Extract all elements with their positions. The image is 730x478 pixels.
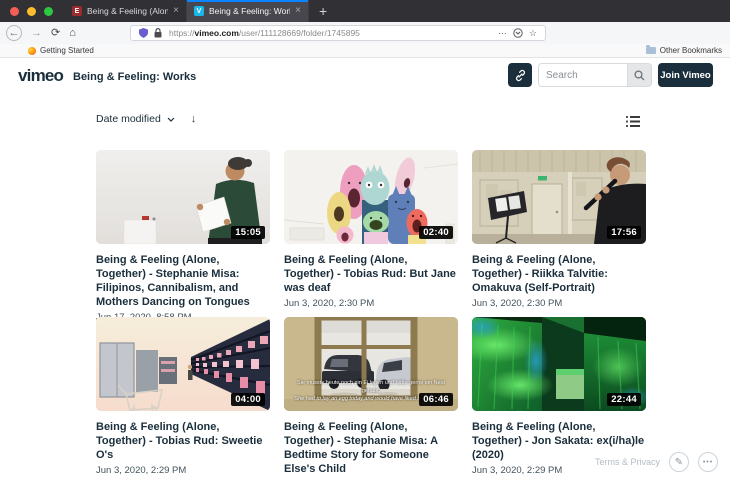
- page-actions-icon[interactable]: ⋯: [498, 29, 507, 38]
- pocket-icon[interactable]: [513, 28, 523, 38]
- lock-icon: [154, 28, 162, 38]
- tab2-close-icon[interactable]: ×: [295, 6, 301, 16]
- page-footer: Terms & Privacy ✎ •••: [595, 452, 718, 472]
- list-view-icon: [626, 116, 640, 127]
- folder-icon: [646, 47, 656, 54]
- terms-privacy-link[interactable]: Terms & Privacy: [595, 457, 660, 467]
- browser-window: E Being & Feeling (Alone, Togeth × V Bei…: [0, 0, 730, 478]
- forward-button[interactable]: →: [31, 28, 42, 39]
- new-tab-button[interactable]: +: [309, 0, 337, 22]
- video-date: Jun 3, 2020, 2:30 PM: [472, 298, 646, 309]
- tab1-close-icon[interactable]: ×: [173, 6, 179, 16]
- video-duration-badge: 15:05: [231, 226, 265, 239]
- video-thumbnail[interactable]: 15:05: [96, 150, 270, 244]
- zoom-window-button[interactable]: [44, 7, 53, 16]
- video-duration-badge: 04:00: [231, 393, 265, 406]
- tab1-favicon: E: [72, 6, 82, 16]
- search-icon: [634, 70, 645, 81]
- home-button[interactable]: ⌂: [69, 28, 76, 39]
- more-options-button[interactable]: •••: [698, 452, 718, 472]
- search-input[interactable]: [539, 64, 627, 86]
- video-thumbnail[interactable]: 02:40: [284, 150, 458, 244]
- vimeo-page: vimeo Being & Feeling: Works Join Vimeo …: [0, 58, 730, 478]
- window-controls[interactable]: [0, 0, 65, 22]
- url-path: /user/111128669/folder/1745895: [239, 28, 360, 38]
- search-box: [538, 63, 652, 87]
- video-date: Jun 3, 2020, 2:29 PM: [96, 465, 270, 476]
- url-bar[interactable]: https://vimeo.com/user/111128669/folder/…: [130, 25, 546, 41]
- bookmark-star-icon[interactable]: ☆: [529, 29, 537, 38]
- video-thumbnail[interactable]: 22:44: [472, 317, 646, 411]
- tab-being-feeling-alone[interactable]: E Being & Feeling (Alone, Togeth ×: [65, 0, 187, 22]
- video-card[interactable]: 04:00 Being & Feeling (Alone, Together) …: [96, 317, 270, 478]
- close-window-button[interactable]: [10, 7, 19, 16]
- url-domain: vimeo.com: [195, 28, 239, 38]
- bookmark-getting-started[interactable]: Getting Started: [28, 46, 94, 55]
- join-vimeo-button[interactable]: Join Vimeo: [658, 63, 713, 87]
- list-view-button[interactable]: [626, 114, 640, 132]
- firefox-icon: [28, 47, 36, 55]
- video-title[interactable]: Being & Feeling (Alone, Together) - Step…: [284, 420, 458, 476]
- video-title[interactable]: Being & Feeling (Alone, Together) - Riik…: [472, 253, 646, 295]
- video-title[interactable]: Being & Feeling (Alone, Together) - Tobi…: [284, 253, 458, 295]
- bookmarks-bar: Getting Started Other Bookmarks: [0, 44, 730, 58]
- copy-link-button[interactable]: [508, 63, 532, 87]
- video-duration-badge: 06:46: [419, 393, 453, 406]
- url-text[interactable]: https://vimeo.com/user/111128669/folder/…: [169, 28, 495, 38]
- chevron-down-icon[interactable]: [167, 117, 175, 122]
- tab2-title: Being & Feeling: Works on Vime: [209, 6, 290, 16]
- other-bookmarks[interactable]: Other Bookmarks: [646, 46, 722, 55]
- navigation-toolbar: ← → ⟳ ⌂ https://vimeo.com/user/111128669…: [0, 22, 730, 44]
- tracking-shield-icon[interactable]: [139, 28, 148, 38]
- sort-controls: Date modified ↓: [96, 113, 196, 125]
- video-thumbnail[interactable]: 17:56: [472, 150, 646, 244]
- video-title[interactable]: Being & Feeling (Alone, Together) - Step…: [96, 253, 270, 309]
- video-duration-badge: 02:40: [419, 226, 453, 239]
- video-grid: 15:05 Being & Feeling (Alone, Together) …: [96, 150, 646, 478]
- link-icon: [514, 69, 527, 82]
- video-duration-badge: 17:56: [607, 226, 641, 239]
- video-duration-badge: 22:44: [607, 393, 641, 406]
- tab-bar: E Being & Feeling (Alone, Togeth × V Bei…: [0, 0, 730, 22]
- video-title[interactable]: Being & Feeling (Alone, Together) - Tobi…: [96, 420, 270, 462]
- reload-button[interactable]: ⟳: [51, 28, 60, 39]
- search-button[interactable]: [627, 64, 651, 86]
- url-protocol: https://: [169, 28, 195, 38]
- tab2-favicon: V: [194, 6, 204, 16]
- other-bookmarks-label: Other Bookmarks: [660, 46, 722, 55]
- minimize-window-button[interactable]: [27, 7, 36, 16]
- vimeo-logo[interactable]: vimeo: [18, 66, 63, 86]
- sort-direction-button[interactable]: ↓: [191, 113, 197, 125]
- tab1-title: Being & Feeling (Alone, Togeth: [87, 6, 168, 16]
- feedback-button[interactable]: ✎: [669, 452, 689, 472]
- bookmark-label: Getting Started: [40, 46, 94, 55]
- video-card[interactable]: Sie musste heute noch ein Ei legen und h…: [284, 317, 458, 478]
- page-title: Being & Feeling: Works: [73, 71, 196, 83]
- video-date: Jun 3, 2020, 2:30 PM: [284, 298, 458, 309]
- video-thumbnail[interactable]: 04:00: [96, 317, 270, 411]
- tab-being-feeling-works-active[interactable]: V Being & Feeling: Works on Vime ×: [187, 0, 309, 22]
- video-card[interactable]: 17:56 Being & Feeling (Alone, Together) …: [472, 150, 646, 317]
- back-button[interactable]: ←: [6, 25, 22, 41]
- video-thumbnail[interactable]: Sie musste heute noch ein Ei legen und h…: [284, 317, 458, 411]
- video-card[interactable]: 02:40 Being & Feeling (Alone, Together) …: [284, 150, 458, 317]
- sort-dropdown[interactable]: Date modified: [96, 113, 161, 125]
- video-card[interactable]: 15:05 Being & Feeling (Alone, Together) …: [96, 150, 270, 317]
